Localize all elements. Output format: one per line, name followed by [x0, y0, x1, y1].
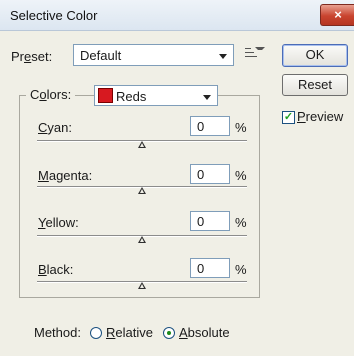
- colors-value: Reds: [116, 89, 147, 104]
- ok-button[interactable]: OK: [282, 44, 348, 67]
- relative-radio[interactable]: [90, 327, 102, 339]
- window-title: Selective Color: [10, 8, 98, 23]
- magenta-label: Magenta:: [38, 168, 93, 183]
- preview-label[interactable]: Preview: [297, 109, 343, 124]
- close-icon: ×: [334, 7, 342, 22]
- cyan-slider-thumb[interactable]: [138, 141, 146, 148]
- radio-selected-dot: [167, 331, 171, 335]
- cyan-label: Cyan:: [38, 120, 72, 135]
- method-label: Method:: [34, 325, 81, 340]
- cyan-input[interactable]: 0: [190, 116, 230, 136]
- black-input[interactable]: 0: [190, 258, 230, 278]
- preset-value: Default: [80, 48, 122, 63]
- close-button[interactable]: ×: [320, 4, 354, 26]
- preset-select[interactable]: Default: [73, 44, 234, 66]
- magenta-slider-thumb[interactable]: [138, 187, 146, 194]
- reset-button[interactable]: Reset: [282, 74, 348, 96]
- yellow-unit: %: [235, 215, 247, 230]
- absolute-radio[interactable]: [163, 327, 175, 339]
- black-slider-thumb[interactable]: [138, 282, 146, 289]
- colors-select[interactable]: Reds: [94, 85, 218, 106]
- title-bar[interactable]: Selective Color ×: [0, 0, 354, 31]
- checkmark-icon: ✓: [283, 111, 294, 123]
- color-swatch: [98, 88, 113, 103]
- cyan-unit: %: [235, 120, 247, 135]
- magenta-input[interactable]: 0: [190, 164, 230, 184]
- black-unit: %: [235, 262, 247, 277]
- colors-label: Colors:: [26, 86, 76, 106]
- relative-label[interactable]: Relative: [106, 325, 153, 340]
- preset-label: Preset:: [11, 49, 53, 64]
- yellow-label: Yellow:: [38, 215, 79, 230]
- yellow-input[interactable]: 0: [190, 211, 230, 231]
- preview-checkbox[interactable]: ✓: [282, 111, 295, 124]
- preset-options-icon[interactable]: [245, 47, 265, 59]
- yellow-slider-thumb[interactable]: [138, 236, 146, 243]
- absolute-label[interactable]: Absolute: [179, 325, 230, 340]
- black-label: Black:: [38, 262, 74, 277]
- chevron-down-icon: [219, 54, 227, 59]
- chevron-down-icon: [203, 95, 211, 100]
- magenta-unit: %: [235, 168, 247, 183]
